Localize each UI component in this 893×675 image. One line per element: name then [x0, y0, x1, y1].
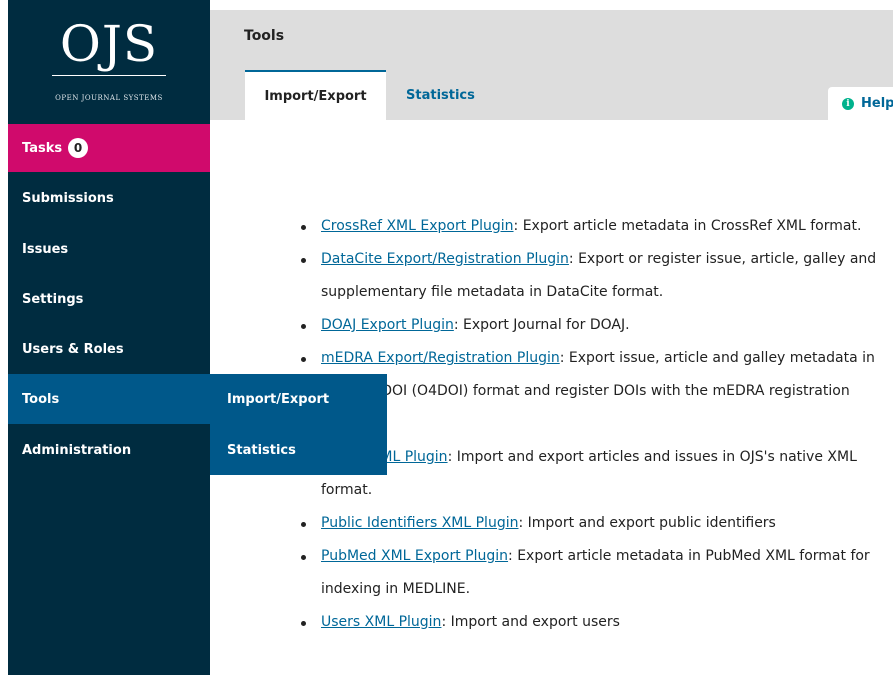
sidebar-item-settings[interactable]: Settings: [8, 274, 210, 324]
page-header: Tools Import/Export Statistics i Help: [210, 10, 893, 120]
list-item: PubMed XML Export Plugin: Export article…: [298, 540, 883, 606]
tools-submenu: Import/Export Statistics: [210, 374, 387, 475]
logo-rule: [52, 75, 166, 76]
list-item: Public Identifiers XML Plugin: Import an…: [298, 507, 883, 540]
help-button[interactable]: i Help: [828, 87, 893, 120]
sidebar-item-issues[interactable]: Issues: [8, 224, 210, 274]
plugin-link[interactable]: mEDRA Export/Registration Plugin: [321, 350, 560, 366]
sidebar-item-tasks[interactable]: Tasks 0: [8, 124, 210, 172]
plugin-link[interactable]: CrossRef XML Export Plugin: [321, 218, 514, 234]
help-label: Help: [861, 96, 893, 111]
sidebar-item-label: Administration: [22, 442, 132, 458]
ojs-logo[interactable]: OJS OPEN JOURNAL SYSTEMS: [8, 0, 210, 121]
sidebar-item-label: Submissions: [22, 190, 114, 206]
list-item: CrossRef XML Export Plugin: Export artic…: [298, 210, 883, 243]
tasks-count-badge: 0: [68, 138, 89, 158]
list-item: DataCite Export/Registration Plugin: Exp…: [298, 243, 883, 309]
tab-statistics[interactable]: Statistics: [406, 70, 475, 120]
plugin-link[interactable]: Public Identifiers XML Plugin: [321, 515, 518, 531]
sidebar-item-tools[interactable]: Tools: [8, 374, 210, 424]
sidebar-item-submissions[interactable]: Submissions: [8, 173, 210, 223]
plugin-link[interactable]: DataCite Export/Registration Plugin: [321, 251, 569, 267]
plugin-link[interactable]: DOAJ Export Plugin: [321, 317, 454, 333]
logo-title: OJS: [59, 15, 159, 73]
sidebar-item-administration[interactable]: Administration: [8, 425, 210, 475]
tab-import-export[interactable]: Import/Export: [245, 70, 386, 120]
sidebar-item-label: Tasks: [22, 140, 63, 156]
sidebar-item-users-roles[interactable]: Users & Roles: [8, 324, 210, 374]
plugin-link[interactable]: PubMed XML Export Plugin: [321, 548, 508, 564]
list-item: DOAJ Export Plugin: Export Journal for D…: [298, 309, 883, 342]
page-title: Tools: [244, 28, 285, 44]
plugin-link[interactable]: Users XML Plugin: [321, 614, 441, 630]
list-item: Users XML Plugin: Import and export user…: [298, 606, 883, 639]
sidebar-item-label: Issues: [22, 241, 69, 257]
sidebar-item-label: Tools: [22, 391, 60, 407]
logo-subtitle: OPEN JOURNAL SYSTEMS: [55, 94, 163, 102]
plugin-description: : Import and export public identifiers: [518, 515, 776, 531]
sidebar-item-label: Settings: [22, 291, 84, 307]
plugin-description: : Export Journal for DOAJ.: [453, 317, 630, 333]
sidebar: OJS OPEN JOURNAL SYSTEMS Tasks 0 Submiss…: [8, 0, 210, 675]
submenu-item-import-export[interactable]: Import/Export: [210, 374, 387, 424]
sidebar-item-label: Users & Roles: [22, 341, 124, 357]
plugin-description: : Import and export users: [441, 614, 620, 630]
plugin-description: : Export article metadata in CrossRef XM…: [513, 218, 862, 234]
info-icon: i: [842, 97, 854, 110]
submenu-item-statistics[interactable]: Statistics: [210, 425, 387, 475]
